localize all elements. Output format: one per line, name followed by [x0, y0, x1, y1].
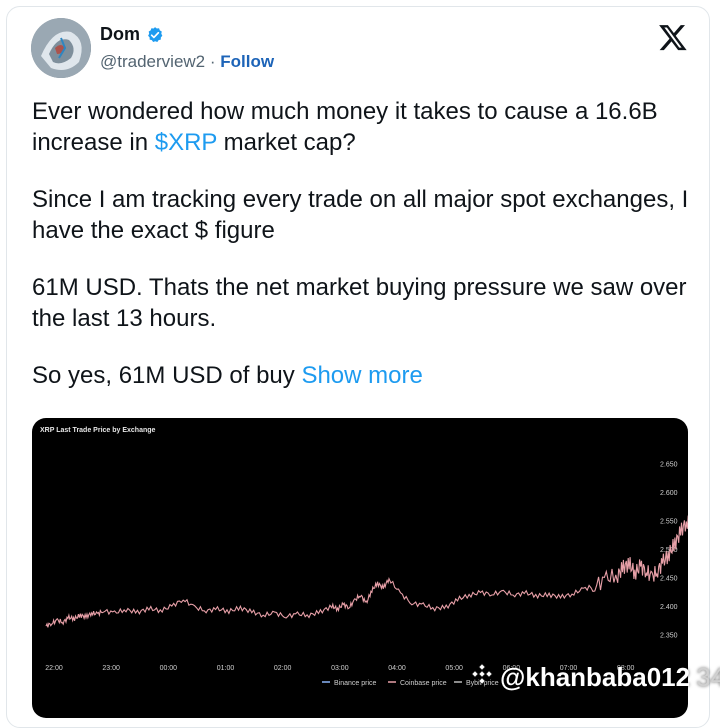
tweet-text-segment: So yes, 61M USD of buy [32, 362, 302, 389]
tweet-paragraph: Since I am tracking every trade on all m… [32, 186, 689, 244]
y-tick-label: 2.350 [660, 633, 678, 640]
x-logo-icon[interactable] [658, 22, 688, 52]
tweet-paragraph: So yes, 61M USD of buy Show more [32, 360, 692, 391]
x-tick-label: 01:00 [217, 665, 235, 672]
tweet-text: Ever wondered how much money it takes to… [32, 96, 692, 417]
verified-badge-icon [146, 26, 164, 44]
watermark-text: @khanbaba012 [500, 662, 691, 692]
y-tick-label: 2.400 [660, 604, 678, 611]
x-tick-label: 03:00 [331, 665, 349, 672]
author-handle[interactable]: @traderview2 [100, 52, 205, 71]
follow-button[interactable]: Follow [220, 52, 274, 71]
tweet-text-segment: market cap? [217, 129, 356, 156]
author-name[interactable]: Dom [100, 24, 140, 45]
chart-title: XRP Last Trade Price by Exchange [40, 427, 156, 434]
series-layer [45, 515, 688, 628]
x-tick-label: 23:00 [102, 665, 120, 672]
watermark-suffix: 34 [696, 662, 720, 692]
cashtag-link[interactable]: $XRP [155, 129, 217, 156]
legend-label: Binance price [334, 680, 377, 687]
y-tick-label: 2.550 [660, 519, 678, 526]
y-axis: 2.3502.4002.4502.5002.5502.6002.650 [660, 462, 678, 640]
y-tick-label: 2.450 [660, 576, 678, 583]
y-tick-label: 2.650 [660, 462, 678, 469]
author-name-row: Dom [100, 24, 164, 45]
x-tick-label: 05:00 [445, 665, 463, 672]
watermark: @khanbaba012 34 [470, 662, 720, 693]
series-line [45, 515, 688, 628]
tweet-paragraph: Ever wondered how much money it takes to… [32, 96, 692, 158]
y-tick-label: 2.600 [660, 490, 678, 497]
handle-separator: · [209, 52, 216, 71]
x-tick-label: 00:00 [160, 665, 178, 672]
tweet-paragraph: 61M USD. Thats the net market buying pre… [32, 274, 687, 332]
x-tick-label: 04:00 [388, 665, 406, 672]
legend-label: Coinbase price [400, 680, 447, 687]
author-handle-row: @traderview2 · Follow [100, 52, 274, 72]
avatar[interactable] [31, 18, 91, 78]
x-tick-label: 22:00 [45, 665, 63, 672]
x-tick-label: 02:00 [274, 665, 292, 672]
diamond-logo-icon [470, 662, 494, 693]
show-more-link[interactable]: Show more [301, 362, 422, 389]
